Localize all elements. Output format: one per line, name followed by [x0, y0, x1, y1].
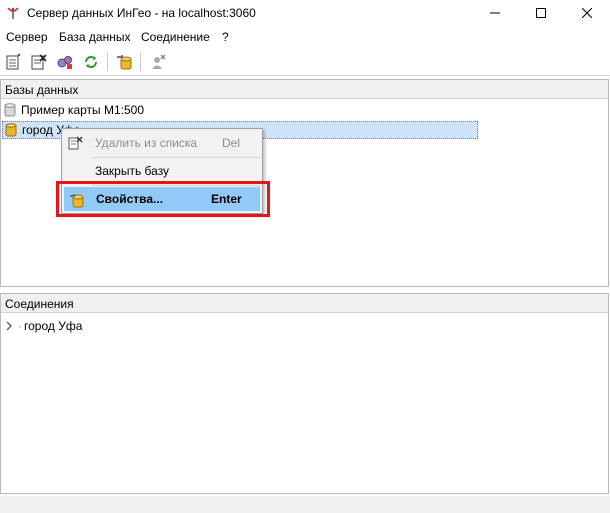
properties-button[interactable]: [115, 52, 135, 72]
menu-server[interactable]: Сервер: [6, 30, 48, 44]
remove-database-icon: [31, 54, 47, 70]
menu-help[interactable]: ?: [222, 30, 229, 44]
title-bar: Сервер данных ИнГео - на localhost:3060: [0, 0, 610, 26]
toolbar-separator: [107, 53, 108, 71]
close-icon: [582, 8, 592, 18]
status-bar: [0, 496, 610, 513]
add-database-button[interactable]: [4, 52, 24, 72]
connections-panel: Соединения: [0, 293, 609, 494]
toolbar-separator: [140, 53, 141, 71]
maximize-icon: [536, 8, 546, 18]
menu-connection[interactable]: Соединение: [141, 30, 210, 44]
connection-item-label: город Уфа: [24, 319, 83, 333]
database-item-label: Пример карты М1:500: [21, 103, 145, 117]
connections-panel-header: Соединения: [1, 294, 608, 313]
remove-database-button[interactable]: [29, 52, 49, 72]
refresh-button[interactable]: [81, 52, 101, 72]
menu-item-close-database[interactable]: Закрыть базу: [64, 159, 260, 183]
menu-item-remove-from-list[interactable]: Удалить из списка Del: [64, 131, 260, 155]
menu-item-label: Закрыть базу: [95, 164, 170, 178]
disconnect-icon: [152, 54, 166, 69]
antenna-icon: [6, 6, 20, 20]
connect-button[interactable]: [55, 52, 75, 72]
close-button[interactable]: [564, 0, 610, 26]
minimize-icon: [490, 12, 500, 14]
add-database-icon: [6, 53, 21, 70]
properties-icon: [117, 55, 132, 70]
connection-item[interactable]: · город Уфа: [4, 318, 82, 334]
tree-dotted-line: ·: [18, 319, 22, 333]
refresh-icon: [85, 56, 97, 68]
menu-item-label: Удалить из списка: [95, 136, 198, 150]
window-title: Сервер данных ИнГео - на localhost:3060: [27, 6, 256, 20]
disconnect-button[interactable]: [148, 52, 168, 72]
minimize-button[interactable]: [472, 0, 518, 26]
database-icon: [4, 103, 16, 117]
maximize-button[interactable]: [518, 0, 564, 26]
database-icon: [5, 123, 17, 137]
remove-database-icon: [68, 136, 83, 150]
menu-separator: [92, 157, 260, 158]
database-item[interactable]: Пример карты М1:500: [4, 101, 144, 119]
chevron-right-icon[interactable]: [4, 321, 14, 331]
menu-database[interactable]: База данных: [59, 30, 130, 44]
menu-bar: Сервер База данных Соединение ?: [0, 28, 610, 46]
highlight-annotation: [56, 181, 270, 217]
databases-panel-header: Базы данных: [1, 80, 608, 99]
menu-item-shortcut: Del: [222, 136, 241, 150]
connect-icon: [57, 56, 72, 69]
toolbar: [0, 48, 610, 76]
